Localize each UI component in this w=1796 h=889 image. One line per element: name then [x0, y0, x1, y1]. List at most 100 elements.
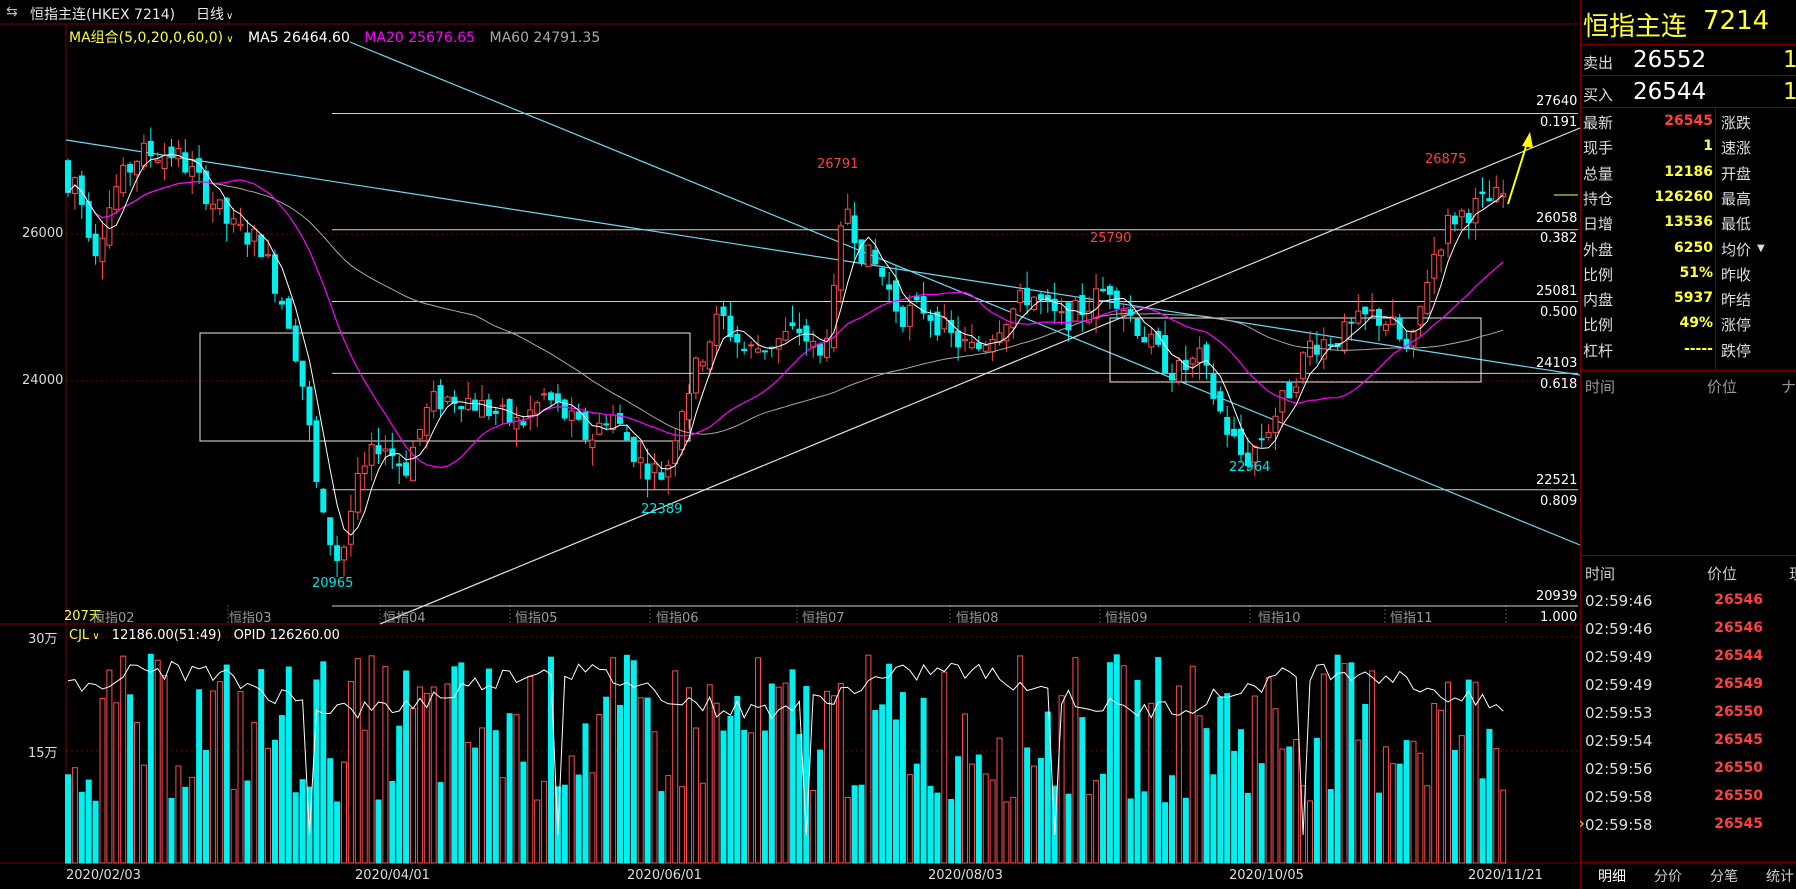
tab-price-distribution[interactable]: 分价	[1654, 866, 1682, 886]
volume-bar	[941, 671, 948, 864]
volume-bar	[734, 695, 741, 864]
tick-row: 02:59:46 26546	[1581, 618, 1796, 646]
peak-label: 25790	[1090, 231, 1132, 246]
candle-body	[1224, 416, 1231, 435]
candle-body	[272, 254, 278, 294]
date-label: 2020/11/21	[1468, 868, 1543, 883]
cjl-selector[interactable]: CJL ∨	[69, 628, 100, 643]
candle-body	[1058, 311, 1065, 314]
candle-body	[520, 421, 527, 426]
candle-body	[341, 546, 347, 561]
tab-detail[interactable]: 明细	[1598, 866, 1626, 886]
volume-bar	[1244, 792, 1251, 864]
candle-body	[665, 464, 672, 478]
volume-bar	[672, 670, 679, 864]
candle-body	[1265, 431, 1272, 439]
tab-statistics[interactable]: 统计	[1766, 866, 1794, 886]
quote-row-label2: 涨停	[1721, 316, 1752, 335]
candle-body	[686, 393, 692, 421]
volume-bar	[1286, 746, 1293, 864]
fib-ratio-label: 0.382	[1540, 231, 1578, 246]
month-label: 恒指06	[656, 611, 699, 626]
tab-ticks[interactable]: 分笔	[1710, 866, 1738, 886]
tick-row: 02:59:56 26550	[1581, 758, 1796, 786]
tick-price: 26550	[1714, 760, 1763, 776]
volume-bar	[375, 799, 382, 864]
volume-bar	[285, 666, 292, 864]
quote-row-value: 5937	[1674, 290, 1713, 307]
arrow-head-icon	[1522, 132, 1533, 148]
sell-price: 26552	[1633, 47, 1707, 73]
volume-bar	[1500, 789, 1507, 864]
candle-body	[1258, 438, 1265, 441]
candle-body	[361, 465, 368, 475]
volume-bar	[1182, 797, 1189, 864]
volume-bar	[534, 799, 541, 864]
tick-row: 02:59:49 26544	[1581, 646, 1796, 674]
candle-body	[458, 406, 465, 409]
candle-body	[472, 399, 479, 411]
volume-bar	[430, 686, 437, 864]
candle-body	[1355, 310, 1362, 324]
tick-time: 02:59:46	[1585, 620, 1653, 638]
candle-body	[65, 160, 71, 193]
volume-axis-label: 30万	[28, 632, 58, 647]
volume-bar	[403, 670, 410, 864]
candle-body	[1113, 290, 1120, 309]
volume-bar	[1037, 757, 1044, 864]
volume-bar	[1100, 773, 1106, 864]
candle-body	[485, 399, 492, 417]
volume-bar	[1341, 663, 1348, 864]
date-label: 2020/08/03	[928, 868, 1003, 883]
kline-chart[interactable]	[0, 0, 1580, 889]
tick-price: 26544	[1714, 648, 1763, 664]
buy-price: 26544	[1633, 79, 1707, 105]
fib-price-label: 26058	[1536, 211, 1578, 226]
volume-bar	[1231, 750, 1238, 864]
candle-body	[416, 428, 423, 440]
tick-price: 26546	[1714, 620, 1763, 636]
candle-body	[1010, 308, 1017, 329]
volume-bar	[899, 692, 906, 864]
candle-body	[541, 393, 548, 396]
candle-body	[1134, 318, 1141, 337]
candle-body	[865, 244, 872, 268]
volume-bar	[1396, 763, 1403, 864]
volume-bar	[71, 767, 78, 864]
volume-bar	[589, 772, 596, 864]
candle-body	[265, 254, 272, 257]
volume-bar	[92, 800, 99, 864]
quote-row-label2: 速涨	[1721, 139, 1752, 158]
volume-bar	[893, 719, 899, 864]
tick-price-header: 价位	[1707, 565, 1738, 583]
tick-time: 02:59:49	[1585, 648, 1653, 666]
volume-bar	[272, 739, 278, 864]
tick-time: 02:59:58	[1585, 788, 1653, 806]
candle-body	[1479, 191, 1486, 195]
candle-body	[782, 330, 789, 341]
fib-price-label: 25081	[1536, 284, 1578, 299]
volume-bar	[361, 729, 368, 864]
caret-down-icon[interactable]: ▼	[1757, 243, 1765, 254]
fib-ratio-label: 1.000	[1540, 610, 1578, 625]
candle-body	[292, 325, 299, 362]
low-label: 20965	[312, 576, 354, 591]
low-label: 22389	[641, 502, 683, 517]
volume-bar	[1410, 740, 1417, 864]
volume-bar	[727, 715, 734, 864]
volume-bar	[209, 690, 216, 864]
volume-bar	[803, 686, 810, 864]
candle-body	[92, 233, 99, 257]
candle-body	[1079, 294, 1086, 316]
quote-row-label: 比例	[1583, 265, 1614, 284]
volume-bar	[127, 694, 134, 864]
volume-bar	[1238, 729, 1244, 864]
candle-body	[1106, 285, 1113, 295]
mid-header: 时间 价位 ナ	[1581, 376, 1796, 400]
buy-row: 买入 26544 1	[1581, 76, 1796, 106]
volume-bar	[1465, 679, 1472, 864]
volume-bar	[389, 781, 396, 864]
volume-bar	[1355, 739, 1362, 864]
volume-bar	[527, 675, 534, 864]
quote-row-label: 日增	[1583, 215, 1614, 234]
